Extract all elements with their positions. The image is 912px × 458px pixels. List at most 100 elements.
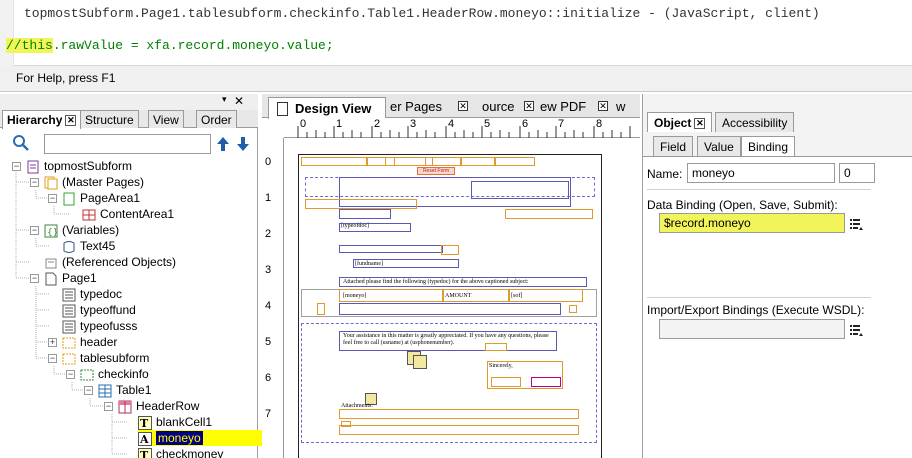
ruler-label: 1 — [265, 192, 272, 204]
tree-item-variables[interactable]: {} (Variables) — [44, 222, 119, 238]
search-icon[interactable] — [12, 134, 30, 152]
tab-value[interactable]: Value — [697, 136, 741, 156]
tree-item-referenced-objects[interactable]: (Referenced Objects) — [44, 254, 176, 270]
tab-field[interactable]: Field — [653, 136, 694, 156]
field-box[interactable] — [339, 245, 443, 253]
tab-master-pages[interactable]: er Pages — [390, 99, 442, 114]
tree-item-blankcell1[interactable]: TblankCell1 — [138, 414, 212, 430]
tree-item-pagearea1[interactable]: PageArea1 — [62, 190, 140, 206]
separator — [647, 297, 871, 298]
subform-icon — [62, 337, 76, 349]
field-box[interactable] — [301, 157, 367, 166]
name-input[interactable]: moneyo — [687, 163, 835, 183]
tree-item-tablesubform[interactable]: tablesubform — [62, 350, 149, 366]
collapse-toggle[interactable]: − — [30, 274, 39, 283]
collapse-toggle[interactable]: − — [84, 386, 93, 395]
tab-object[interactable]: Object ✕ — [647, 112, 713, 132]
tree-item-text45[interactable]: Text45 — [62, 238, 115, 254]
arrow-down-icon[interactable] — [236, 136, 250, 152]
tab-design-view[interactable]: Design View — [268, 97, 386, 119]
close-icon[interactable]: ✕ — [694, 118, 706, 130]
design-canvas[interactable]: Reset Form [typeofdoc] [fundname] Attach… — [284, 138, 640, 458]
tree-label: header — [80, 335, 118, 349]
tree-item-typeofusss[interactable]: typeofusss — [62, 318, 137, 334]
field-box[interactable] — [505, 209, 593, 219]
data-binding-input[interactable]: $record.moneyo — [659, 213, 845, 233]
ruler-label: 6 — [265, 372, 272, 384]
tree-label: blankCell1 — [156, 415, 213, 429]
page-area-icon — [63, 192, 75, 206]
ruler-label: 1 — [336, 118, 343, 130]
close-icon[interactable]: ✕ — [524, 101, 534, 111]
collapse-toggle[interactable]: − — [12, 162, 21, 171]
script-event-title: topmostSubform.Page1.tablesubform.checki… — [24, 6, 820, 21]
field-box[interactable] — [305, 199, 417, 209]
field-box[interactable] — [317, 303, 325, 315]
reset-form-button[interactable]: Reset Form — [417, 167, 455, 175]
tab-view[interactable]: View — [148, 110, 184, 128]
hierarchy-search-input[interactable] — [44, 134, 211, 154]
field-box[interactable] — [461, 157, 495, 166]
subform-region — [301, 323, 597, 443]
tab-binding[interactable]: Binding — [741, 136, 796, 156]
tab-xml-source[interactable]: ource — [482, 99, 515, 114]
tree-item-page1[interactable]: Page1 — [44, 270, 97, 286]
tree-item-master-pages[interactable]: (Master Pages) — [44, 174, 144, 190]
tree-item-contentarea1[interactable]: ContentArea1 — [82, 206, 174, 222]
svg-text:A: A — [139, 433, 149, 446]
fundname-field[interactable] — [353, 259, 459, 268]
field-box[interactable] — [339, 209, 391, 219]
field-box[interactable] — [569, 305, 577, 313]
tab-preview-pdf[interactable]: ew PDF — [540, 99, 586, 114]
arrow-up-icon[interactable] — [216, 136, 230, 152]
moneyo-text: [moneyo] — [343, 293, 367, 299]
hierarchy-tabs: Hierarchy ✕ Structure View Order — [0, 110, 258, 129]
text-icon: T — [138, 447, 152, 458]
collapse-toggle[interactable]: − — [30, 226, 39, 235]
name-index-input[interactable]: 0 — [839, 163, 875, 183]
tab-overflow[interactable]: w — [616, 99, 625, 114]
close-icon[interactable]: ✕ — [234, 94, 244, 108]
import-export-menu-icon[interactable] — [849, 323, 863, 337]
expand-toggle[interactable]: + — [48, 338, 57, 347]
design-view-panel: Design View er Pages ✕ ource ✕ ew PDF ✕ … — [262, 94, 640, 458]
close-icon[interactable]: ✕ — [65, 115, 77, 127]
tree-item-checkmoney[interactable]: Tcheckmoney — [138, 446, 223, 458]
field-box[interactable] — [425, 157, 461, 166]
dropdown-arrow-icon[interactable]: ▾ — [222, 94, 227, 105]
tree-item-moneyo[interactable]: Amoneyo — [138, 430, 281, 446]
form-page[interactable]: Reset Form [typeofdoc] [fundname] Attach… — [298, 154, 602, 458]
data-row[interactable] — [339, 303, 561, 315]
tab-hierarchy[interactable]: Hierarchy ✕ — [2, 110, 82, 129]
tree-item-header[interactable]: header — [62, 334, 117, 350]
tree-item-table1[interactable]: Table1 — [98, 382, 151, 398]
tab-accessibility[interactable]: Accessibility — [715, 112, 795, 132]
tree-label: checkinfo — [98, 367, 149, 381]
script-editor[interactable]: topmostSubform.Page1.tablesubform.checki… — [0, 0, 912, 66]
tree-item-typeoffund[interactable]: typeoffund — [62, 302, 136, 318]
script-code-line[interactable]: //this.rawValue = xfa.record.moneyo.valu… — [2, 35, 338, 57]
tree-item-topmostsubform[interactable]: topmostSubform — [26, 158, 132, 174]
close-icon[interactable]: ✕ — [458, 101, 468, 111]
typeofdoc-field[interactable] — [339, 223, 411, 232]
ruler-label: 0 — [300, 118, 307, 130]
collapse-toggle[interactable]: − — [66, 370, 75, 379]
collapse-toggle[interactable]: − — [48, 354, 57, 363]
field-box[interactable] — [441, 245, 459, 255]
tree-label: tablesubform — [80, 351, 150, 365]
hierarchy-tree: − − − − − + − − − − topmostSubform (Mast… — [0, 158, 281, 458]
tree-item-typedoc[interactable]: typedoc — [62, 286, 122, 302]
tab-order[interactable]: Order — [196, 110, 237, 128]
import-export-input[interactable] — [659, 319, 845, 339]
collapse-toggle[interactable]: − — [30, 178, 39, 187]
close-icon[interactable]: ✕ — [598, 101, 608, 111]
field-box[interactable] — [495, 157, 535, 166]
tree-item-checkinfo[interactable]: checkinfo — [80, 366, 149, 382]
object-tabs: Object ✕ Accessibility — [643, 112, 912, 132]
tab-label: Design View — [295, 101, 372, 116]
tree-item-headerrow[interactable]: HeaderRow — [118, 398, 199, 414]
collapse-toggle[interactable]: − — [104, 402, 113, 411]
binding-menu-icon[interactable] — [849, 217, 863, 231]
tab-structure[interactable]: Structure — [80, 110, 139, 128]
collapse-toggle[interactable]: − — [48, 194, 57, 203]
